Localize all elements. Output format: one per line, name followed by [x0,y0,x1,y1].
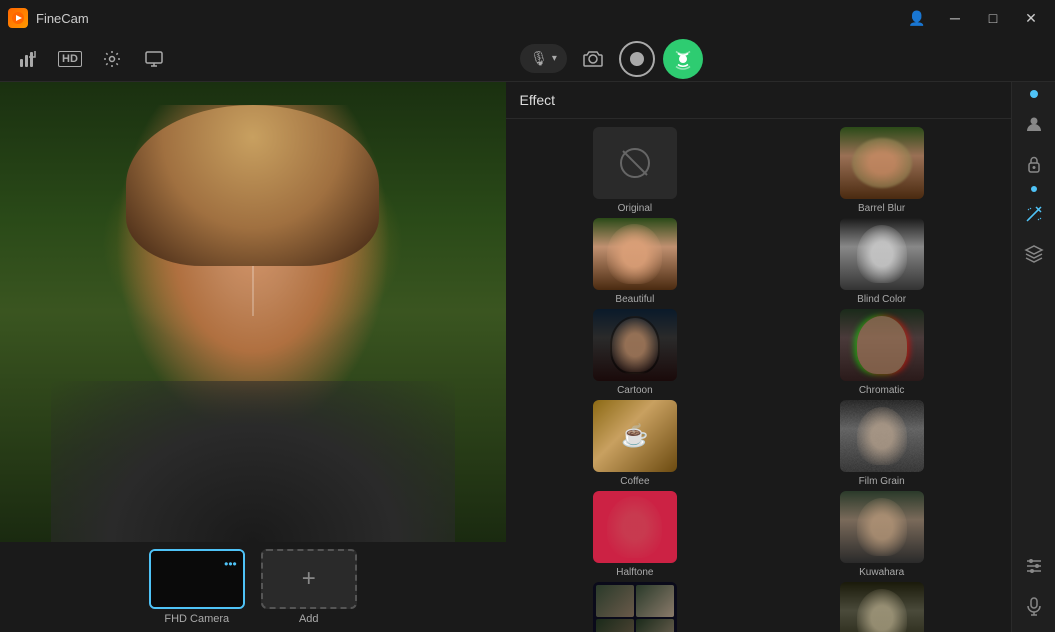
effect-name-cartoon: Cartoon [617,385,653,396]
monitor-button[interactable] [136,41,172,77]
effect-thumb-lattice [593,582,677,632]
mic-chevron: ▾ [552,53,557,64]
camera-preview [0,82,506,542]
effect-name-halftone: Halftone [616,567,653,578]
effect-thumb-original [593,127,677,199]
effect-item-film-grain[interactable]: Film Grain [760,400,1003,487]
app-icon [8,8,28,28]
effect-thumb-coffee: ☕ [593,400,677,472]
hd-button[interactable]: HD [52,41,88,77]
export-button[interactable] [10,41,46,77]
camera-bottom: ••• FHD Camera + Add [0,542,506,632]
effect-item-chromatic[interactable]: Chromatic [760,309,1003,396]
title-bar: FineCam 👤 ─ □ ✕ [0,0,1055,36]
minimize-button[interactable]: ─ [939,4,971,32]
add-camera-button[interactable]: + [261,549,357,609]
effect-item-kuwahara[interactable]: Kuwahara [760,491,1003,578]
effect-item-beautiful[interactable]: Beautiful [514,218,757,305]
effect-item-cartoon[interactable]: Cartoon [514,309,757,396]
effect-name-kuwahara: Kuwahara [859,567,904,578]
add-camera-label: Add [299,613,319,625]
person-icon-button[interactable] [1016,106,1052,142]
title-bar-controls: 👤 ─ □ ✕ [901,4,1047,32]
mic-button[interactable]: 🎙 ▾ [520,44,567,73]
toolbar-center: 🎙 ▾ [520,39,703,79]
toolbar: HD 🎙 ▾ [0,36,1055,82]
effect-name-beautiful: Beautiful [615,294,654,305]
record-button[interactable] [619,41,655,77]
effect-thumb-old-film [840,582,924,632]
effect-name-coffee: Coffee [620,476,649,487]
close-button[interactable]: ✕ [1015,4,1047,32]
camera-area: ••• FHD Camera + Add [0,82,506,632]
main-content: ••• FHD Camera + Add Effect Original [0,82,1055,632]
maximize-button[interactable]: □ [977,4,1009,32]
camera-source-label: FHD Camera [164,613,229,625]
settings-button[interactable] [94,41,130,77]
effect-name-film-grain: Film Grain [859,476,905,487]
effect-thumb-film-grain [840,400,924,472]
mic-icon: 🎙 [530,50,548,67]
effect-item-coffee[interactable]: ☕ Coffee [514,400,757,487]
camera-source: ••• FHD Camera [149,549,245,625]
effect-item-halftone[interactable]: Halftone [514,491,757,578]
blue-dot-top [1030,90,1038,98]
effect-thumb-chromatic [840,309,924,381]
camera-thumbnail[interactable]: ••• [149,549,245,609]
lock-icon-button[interactable] [1016,146,1052,182]
effect-name-original: Original [618,203,652,214]
wand-icon-button[interactable] [1016,196,1052,232]
effect-thumb-halftone [593,491,677,563]
live-button[interactable] [663,39,703,79]
add-camera: + Add [261,549,357,625]
effect-thumb-kuwahara [840,491,924,563]
icon-strip [1011,82,1055,632]
effect-panel-header: Effect [506,82,1012,119]
effect-grid: Original Barrel Blur Beautiful [506,119,1012,632]
camera-button[interactable] [575,41,611,77]
effect-item-lattice[interactable]: Lattice [514,582,757,632]
effect-thumb-barrel-blur [840,127,924,199]
effect-name-chromatic: Chromatic [859,385,905,396]
mic-strip-icon-button[interactable] [1016,588,1052,624]
layers-icon-button[interactable] [1016,236,1052,272]
effect-panel-title: Effect [520,92,556,108]
blue-dot-mid [1031,186,1037,192]
effect-thumb-blind-color [840,218,924,290]
effect-item-original[interactable]: Original [514,127,757,214]
effect-name-barrel-blur: Barrel Blur [858,203,905,214]
effect-thumb-cartoon [593,309,677,381]
effect-name-blind-color: Blind Color [857,294,906,305]
camera-thumb-dots: ••• [224,557,237,571]
effect-panel: Effect Original Barrel Blur [506,82,1012,632]
account-button[interactable]: 👤 [901,4,933,32]
effect-item-old-film[interactable]: Old Film [760,582,1003,632]
title-bar-left: FineCam [8,8,89,28]
app-title: FineCam [36,11,89,26]
sliders-icon-button[interactable] [1016,548,1052,584]
effect-item-barrel-blur[interactable]: Barrel Blur [760,127,1003,214]
effect-thumb-beautiful [593,218,677,290]
effect-item-blind-color[interactable]: Blind Color [760,218,1003,305]
